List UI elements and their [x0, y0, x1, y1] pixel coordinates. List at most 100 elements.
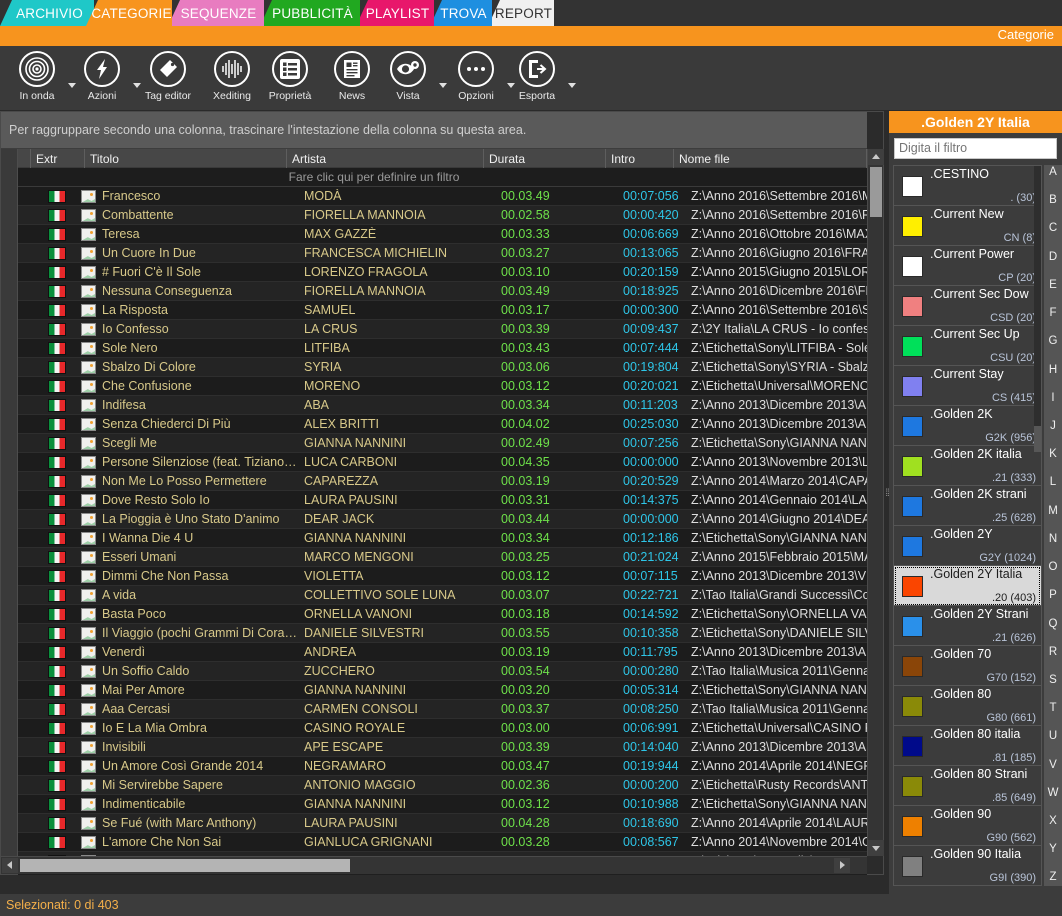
- column-header-durata[interactable]: Durata: [484, 149, 606, 168]
- alpha-index-t[interactable]: T: [1049, 703, 1056, 715]
- table-row[interactable]: Teresa MAX GAZZÈ 00.03.33 00:06:669 Z:\Anno …: [18, 225, 867, 244]
- table-row[interactable]: Un Soffio Caldo ZUCCHERO 00.03.54 00:00:280…: [18, 662, 867, 681]
- scroll-left-button[interactable]: [2, 858, 18, 873]
- table-row[interactable]: A vida COLLETTIVO SOLE LUNA 00.03.07 00:22:…: [18, 586, 867, 605]
- table-row[interactable]: Mi Servirebbe Sapere ANTONIO MAGGIO 00.02.…: [18, 776, 867, 795]
- tab-archivio[interactable]: ARCHIVIO: [0, 0, 94, 26]
- grid-vertical-scrollbar[interactable]: [867, 149, 884, 856]
- toolbar-vista-button[interactable]: Vista: [376, 51, 440, 107]
- alpha-index-p[interactable]: P: [1049, 590, 1057, 602]
- category-item[interactable]: .Golden 90 Italia G9I (390): [894, 846, 1041, 885]
- column-header-extr[interactable]: Extr: [31, 149, 85, 168]
- table-row[interactable]: Aaa Cercasi CARMEN CONSOLI 00.03.37 00:08:2…: [18, 700, 867, 719]
- grid-header-row[interactable]: *ExtrTitoloArtistaDurataIntroNome file: [1, 149, 867, 168]
- category-item[interactable]: .Golden 2Y G2Y (1024): [894, 526, 1041, 566]
- category-item[interactable]: .Golden 2K italia .21 (333): [894, 446, 1041, 486]
- alpha-index-d[interactable]: D: [1049, 251, 1057, 264]
- alpha-index-u[interactable]: U: [1049, 731, 1057, 743]
- tab-pubblicit[interactable]: PUBBLICITÀ: [260, 0, 360, 26]
- table-row[interactable]: Venerdì ANDREA 00.03.19 00:11:795 Z:\Anno 20…: [18, 643, 867, 662]
- table-row[interactable]: Dimmi Che Non Passa VIOLETTA 00.03.12 00:07…: [18, 567, 867, 586]
- scroll-down-button[interactable]: [868, 840, 884, 856]
- alpha-index-s[interactable]: S: [1049, 674, 1057, 687]
- table-row[interactable]: Un Cuore In Due FRANCESCA MICHIELIN 00.03.…: [18, 244, 867, 263]
- category-item[interactable]: .Golden 2K G2K (956): [894, 406, 1041, 446]
- table-row[interactable]: Sbalzo Di Colore SYRIA 00.03.06 00:19:804 Z:…: [18, 358, 867, 377]
- toolbar-xediting-button[interactable]: Xediting: [200, 51, 264, 107]
- horizontal-scroll-thumb[interactable]: [20, 859, 350, 872]
- scroll-up-button[interactable]: [868, 149, 884, 165]
- tab-sequenze[interactable]: SEQUENZE: [168, 0, 264, 26]
- table-row[interactable]: Indimenticabile GIANNA NANNINI 00.03.12 00:…: [18, 795, 867, 814]
- alpha-index-y[interactable]: Y: [1049, 844, 1057, 856]
- alpha-index-r[interactable]: R: [1049, 646, 1057, 659]
- category-item[interactable]: .Golden 2K strani .25 (628): [894, 486, 1041, 526]
- alpha-index-n[interactable]: N: [1049, 533, 1057, 546]
- alpha-index-m[interactable]: M: [1048, 505, 1058, 518]
- table-row[interactable]: La Pioggia è Uno Stato D'animo DEAR JACK 0…: [18, 510, 867, 529]
- tab-trova[interactable]: TROVA: [430, 0, 492, 26]
- table-row[interactable]: Senza Chiederci Di Più ALEX BRITTI 00.04.0…: [18, 415, 867, 434]
- table-row[interactable]: Io Confesso LA CRUS 00.03.39 00:09:437 Z:\2Y…: [18, 320, 867, 339]
- vertical-scroll-thumb[interactable]: [870, 167, 882, 217]
- table-row[interactable]: Francesco MODÀ 00.03.49 00:07:056 Z:\Anno 20…: [18, 187, 867, 206]
- category-item[interactable]: .Golden 2Y Italia .20 (403): [894, 566, 1041, 606]
- alpha-index-z[interactable]: Z: [1049, 872, 1056, 884]
- categories-scrollbar[interactable]: [1034, 166, 1041, 452]
- table-row[interactable]: Indifesa ABA 00.03.34 00:11:203 Z:\Anno 2013…: [18, 396, 867, 415]
- category-item[interactable]: .Golden 80 Strani .85 (649): [894, 766, 1041, 806]
- category-item[interactable]: .Golden 70 G70 (152): [894, 646, 1041, 686]
- alphabet-index-bar[interactable]: A B C D E F G H I J K L M N O P Q R S T U V W X Y Z: [1044, 165, 1062, 886]
- alpha-index-f[interactable]: F: [1049, 308, 1056, 320]
- toolbar-esporta-button[interactable]: Esporta: [505, 51, 569, 107]
- tab-playlist[interactable]: PLAYLIST: [356, 0, 434, 26]
- toolbar-azioni-button[interactable]: Azioni: [70, 51, 134, 107]
- alpha-index-w[interactable]: W: [1048, 787, 1059, 800]
- table-row[interactable]: Sole Nero LITFIBA 00.03.43 00:07:444 Z:\Etic…: [18, 339, 867, 358]
- category-item[interactable]: .Current New CN (8): [894, 206, 1041, 246]
- toolbar-tageditor-button[interactable]: Tag editor: [136, 51, 200, 107]
- column-header-titolo[interactable]: Titolo: [85, 149, 287, 168]
- chevron-down-icon[interactable]: [567, 80, 577, 90]
- column-header-intro[interactable]: Intro: [606, 149, 674, 168]
- alpha-index-g[interactable]: G: [1049, 336, 1058, 348]
- table-row[interactable]: Un Amore Così Grande 2014 NEGRAMARO 00.03.…: [18, 757, 867, 776]
- category-item[interactable]: .Current Power CP (20): [894, 246, 1041, 286]
- category-item[interactable]: .Current Sec Dow CSD (20): [894, 286, 1041, 326]
- table-row[interactable]: Io E La Mia Ombra CASINO ROYALE 00.03.00 00…: [18, 719, 867, 738]
- table-row[interactable]: Che Confusione MORENO 00.03.12 00:20:021 Z:\…: [18, 377, 867, 396]
- table-row[interactable]: Non Me Lo Posso Permettere CAPAREZZA 00.03…: [18, 472, 867, 491]
- main-tab-bar[interactable]: ARCHIVIO CATEGORIE SEQUENZE PUBBLICITÀ PLAYL…: [0, 0, 1062, 26]
- alpha-index-x[interactable]: X: [1049, 816, 1057, 828]
- table-row[interactable]: Mai Per Amore GIANNA NANNINI 00.03.20 00:05…: [18, 681, 867, 700]
- table-row[interactable]: L'amore Che Non Sai GIANLUCA GRIGNANI 00.0…: [18, 833, 867, 852]
- table-row[interactable]: Basta Poco ORNELLA VANONI 00.03.18 00:14:59…: [18, 605, 867, 624]
- table-row[interactable]: Nessuna Conseguenza FIORELLA MANNOIA 00.03…: [18, 282, 867, 301]
- categories-list[interactable]: .CESTINO. (30) .Current New CN (8) .Current…: [893, 165, 1042, 886]
- table-row[interactable]: Esseri Umani MARCO MENGONI 00.03.25 00:21:0…: [18, 548, 867, 567]
- scroll-right-button[interactable]: [834, 858, 850, 873]
- table-row[interactable]: Se Fué (with Marc Anthony) LAURA PAUSINI 0…: [18, 814, 867, 833]
- alpha-index-c[interactable]: C: [1049, 223, 1057, 235]
- alpha-index-l[interactable]: L: [1050, 477, 1056, 489]
- grid-horizontal-scrollbar[interactable]: [1, 856, 867, 874]
- table-row[interactable]: Dove Resto Solo Io LAURA PAUSINI 00.03.31 0…: [18, 491, 867, 510]
- toolbar-inonda-button[interactable]: In onda: [5, 51, 69, 107]
- table-row[interactable]: Scegli Me GIANNA NANNINI 00.02.49 00:07:256…: [18, 434, 867, 453]
- category-item[interactable]: .Golden 90 G90 (562): [894, 806, 1041, 846]
- category-item[interactable]: .Golden 80 italia .81 (185): [894, 726, 1041, 766]
- alpha-index-b[interactable]: B: [1049, 195, 1057, 207]
- toolbar-propriet-button[interactable]: Proprietà: [258, 51, 322, 107]
- alpha-index-k[interactable]: K: [1049, 449, 1057, 461]
- category-item[interactable]: .Golden 2Y Strani .21 (626): [894, 606, 1041, 646]
- tab-categorie[interactable]: CATEGORIE: [86, 0, 172, 26]
- toolbar-news-button[interactable]: News: [320, 51, 384, 107]
- categories-scroll-thumb[interactable]: [1034, 166, 1041, 426]
- category-item[interactable]: .Current Sec Up CSU (20): [894, 326, 1041, 366]
- alpha-index-j[interactable]: J: [1050, 420, 1056, 433]
- table-row[interactable]: Combattente FIORELLA MANNOIA 00.02.58 00:00…: [18, 206, 867, 225]
- filter-row[interactable]: Fare clic qui per definire un filtro: [1, 168, 867, 187]
- alpha-index-q[interactable]: Q: [1049, 618, 1058, 631]
- table-row[interactable]: La Risposta SAMUEL 00.03.17 00:00:300 Z:\Ann…: [18, 301, 867, 320]
- tab-report[interactable]: REPORT: [488, 0, 554, 26]
